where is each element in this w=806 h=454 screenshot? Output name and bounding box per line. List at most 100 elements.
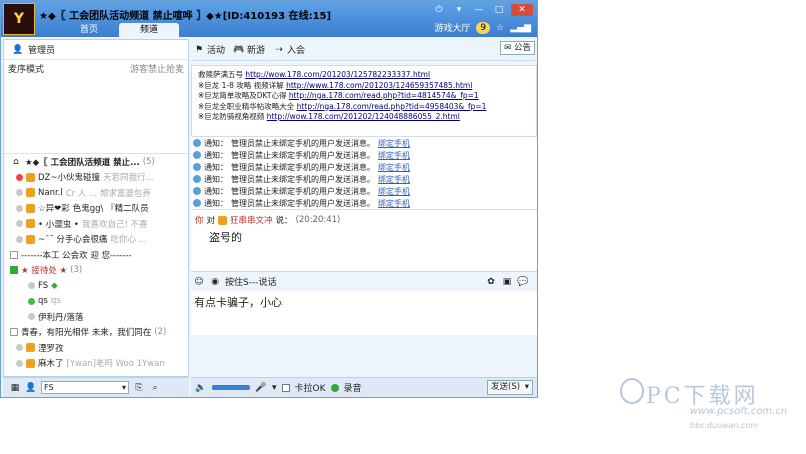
chat-you: 你 xyxy=(195,216,204,226)
tree-user[interactable]: 湮罗孜 xyxy=(4,340,188,356)
tree-user[interactable]: 伊利丹/落落 xyxy=(4,309,188,325)
menu-icon[interactable]: ▾ xyxy=(451,4,467,16)
tree-user[interactable]: • 小澀虫 • 我喜欢自己! 不喜 xyxy=(4,216,188,232)
record-radio[interactable] xyxy=(330,383,339,392)
gem-icon: ◆ xyxy=(51,280,58,291)
join-button[interactable]: ⇢ 入会 xyxy=(273,43,305,57)
bind-phone-link[interactable]: 绑定手机 xyxy=(378,174,410,185)
admin-header[interactable]: 👤 管理员 xyxy=(4,40,188,60)
window-title: ★◆〖 工会团队活动频道 禁止喧哗 〗◆★[ID:410193 在线:15] xyxy=(39,11,332,22)
tree-user[interactable]: FS ◆ xyxy=(4,278,188,294)
bind-phone-link[interactable]: 绑定手机 xyxy=(378,138,410,149)
user-combo[interactable]: FS xyxy=(41,381,129,394)
status-icon xyxy=(16,344,23,352)
tree-user[interactable]: ~ˉ˜ 分手心会很痛 吃你心 ... xyxy=(4,232,188,248)
activity-button[interactable]: ⚑ 活动 xyxy=(193,43,225,57)
emoji-icon[interactable]: ☺ xyxy=(193,276,205,288)
system-message: 通知： 管理员禁止未绑定手机的用户发送消息。 绑定手机 xyxy=(191,161,537,173)
export-icon[interactable]: ⎘ xyxy=(133,382,145,394)
info-icon xyxy=(193,151,201,159)
flower-icon[interactable]: ✿ xyxy=(485,276,497,288)
channel-tree-panel: 👤 管理员 麦序模式 游客禁止抢麦 ⌂ ★◆〖 工会团队活频道 禁止... (5) … xyxy=(3,39,189,377)
status-icon xyxy=(16,220,23,228)
announcement-button[interactable]: ✉ 公告 xyxy=(500,41,535,55)
voice-mode-label[interactable]: 按住S---说话 xyxy=(225,275,276,288)
left-bottom-bar: ▦ 👤 FS ⎘ ⌕ xyxy=(3,377,189,397)
notice-link[interactable]: http://wow.178.com/201203/125782233337.h… xyxy=(245,70,430,79)
tree-subchannel[interactable]: 青春，有阳光相伴 未来，我们同在 (2) xyxy=(4,325,188,341)
notice-link[interactable]: http://nga.178.com/read.php?tid=4958403&… xyxy=(297,102,487,111)
chat-area: 你 对 狂串串文冲 说： (20:20:41) 盗号的 xyxy=(191,209,537,271)
tree-user[interactable]: ☆异❤彩 色鬼gg\ 『精二队员 xyxy=(4,201,188,217)
role-icon xyxy=(26,172,35,182)
admin-label: 管理员 xyxy=(28,46,56,56)
role-icon xyxy=(26,234,35,244)
role-icon xyxy=(26,203,35,213)
chat-header: 你 对 狂串串文冲 说： (20:20:41) xyxy=(195,214,533,226)
expand-icon xyxy=(10,266,18,275)
star-icon[interactable]: ☆ xyxy=(496,23,504,33)
notice-line: ※巨龙简单攻略及DKT心得 http://nga.178.com/read.ph… xyxy=(198,91,479,100)
chart-icon[interactable]: ▦ xyxy=(9,382,21,394)
send-button[interactable]: 发送(S) xyxy=(487,380,533,395)
notice-link[interactable]: http://nga.178.com/read.php?tid=4814574&… xyxy=(289,91,479,100)
role-icon xyxy=(218,215,228,225)
power-icon[interactable]: ⏻ xyxy=(431,4,447,16)
status-icon xyxy=(16,189,23,197)
notice-link[interactable]: http://wow.178.com/201202/124048886055_2… xyxy=(267,112,460,121)
speaker-icon[interactable]: 🔈 xyxy=(195,382,207,394)
flag-icon: ⚑ xyxy=(194,44,204,55)
tab-channel[interactable]: 频道 xyxy=(119,23,179,37)
tree-subchannel[interactable]: ★ 接待处 ★ (3) xyxy=(4,263,188,279)
role-icon xyxy=(26,358,35,368)
watermark-sub: bbs.duowan.com xyxy=(690,421,759,430)
voice-mode-icon[interactable]: ◉ xyxy=(209,276,221,288)
notice-line: ※巨龙全职业精华帖攻略大全 http://nga.178.com/read.ph… xyxy=(198,101,487,111)
bind-phone-link[interactable]: 绑定手机 xyxy=(378,150,410,161)
mic-dropdown-icon[interactable]: ▾ xyxy=(272,383,277,393)
admin-icon: 👤 xyxy=(12,44,24,55)
search-icon[interactable]: ⌕ xyxy=(149,382,161,394)
tree-user[interactable]: qs qs xyxy=(4,294,188,310)
info-icon xyxy=(193,199,201,207)
bind-phone-link[interactable]: 绑定手机 xyxy=(378,198,410,209)
status-icon xyxy=(28,297,35,305)
top-right-area: 游戏大厅 9 ☆ ▂▄▆ xyxy=(434,21,531,34)
karaoke-label: 卡拉OK xyxy=(294,384,326,394)
volume-slider[interactable] xyxy=(212,385,250,390)
microphone-icon[interactable]: 🎤 xyxy=(255,382,267,394)
bind-phone-link[interactable]: 绑定手机 xyxy=(378,162,410,173)
notice-link[interactable]: http://www.178.com/201203/124659357485.h… xyxy=(286,81,472,90)
bind-phone-link[interactable]: 绑定手机 xyxy=(378,186,410,197)
tab-home[interactable]: 首页 xyxy=(59,23,119,37)
tree-user[interactable]: 麻木了 [Ywan]老吗 Woo 1Ywan xyxy=(4,356,188,372)
tree-user[interactable]: DZ~小伙鬼碰撞 天若同我行... xyxy=(4,170,188,186)
role-icon xyxy=(26,188,35,198)
message-box-icon[interactable]: ▣ xyxy=(501,276,513,288)
minimize-button[interactable]: — xyxy=(471,4,487,16)
status-icon xyxy=(28,282,35,290)
collapse-icon xyxy=(10,250,18,259)
chat-target[interactable]: 狂串串文冲 xyxy=(230,214,273,226)
tree-root[interactable]: ⌂ ★◆〖 工会团队活频道 禁止... (5) xyxy=(4,154,188,170)
tab-bar: 首页 频道 xyxy=(59,23,179,37)
mic-queue-area xyxy=(4,76,188,154)
notice-line: 救赎萨满五号 http://wow.178.com/201203/1257822… xyxy=(198,70,431,79)
chat-bubble-icon[interactable]: 💬 xyxy=(517,276,529,288)
close-button[interactable]: ✕ xyxy=(511,4,533,16)
new-tour-button[interactable]: 🎮 新游 xyxy=(233,43,265,57)
message-input[interactable]: 有点卡骗子，小心 xyxy=(191,291,537,335)
system-message: 通知： 管理员禁止未绑定手机的用户发送消息。 绑定手机 xyxy=(191,197,537,209)
user-icon[interactable]: 👤 xyxy=(25,382,37,394)
maximize-button[interactable]: □ xyxy=(491,4,507,16)
tree-subchannel[interactable]: -------本工 公会欢 迎 您------- xyxy=(4,247,188,263)
system-message: 通知： 管理员禁止未绑定手机的用户发送消息。 绑定手机 xyxy=(191,137,537,149)
status-icon xyxy=(16,204,23,212)
system-message: 通知： 管理员禁止未绑定手机的用户发送消息。 绑定手机 xyxy=(191,185,537,197)
karaoke-checkbox[interactable] xyxy=(281,383,290,392)
chat-says: 说： xyxy=(275,216,293,226)
tree-user[interactable]: Nanr.l Cr 人 ... 频求富婆包养 xyxy=(4,185,188,201)
game-hall-link[interactable]: 游戏大厅 xyxy=(434,21,470,34)
watermark-logo-icon xyxy=(620,378,644,404)
title-bar: Y ★◆〖 工会团队活动频道 禁止喧哗 〗◆★[ID:410193 在线:15]… xyxy=(1,1,537,37)
